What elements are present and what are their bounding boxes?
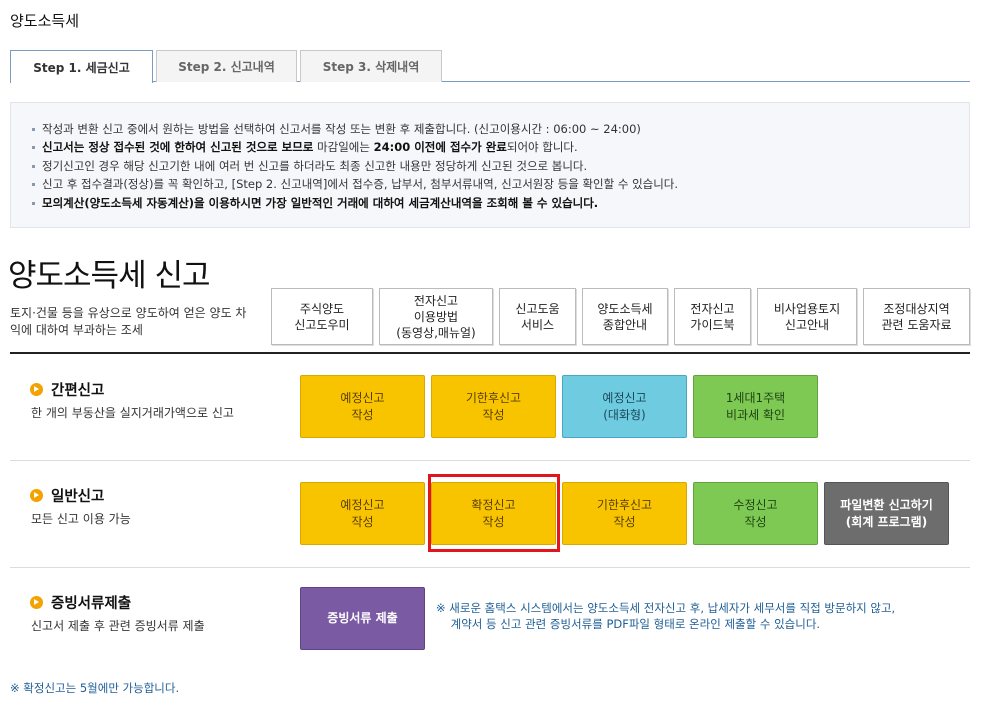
orange-arrow-circle-icon bbox=[30, 383, 43, 396]
file-conversion-filing-button[interactable]: 파일변환 신고하기 (회계 프로그램) bbox=[824, 482, 949, 545]
evidence-note: ※ 새로운 홈택스 시스템에서는 양도소득세 전자신고 후, 납세자가 세무서를… bbox=[436, 601, 896, 631]
divider bbox=[10, 352, 970, 354]
section-general-filing: 일반신고 bbox=[30, 485, 104, 506]
divider bbox=[10, 460, 970, 461]
page-title: 양도소득세 bbox=[10, 12, 80, 30]
evidence-submit-button[interactable]: 증빙서류 제출 bbox=[300, 587, 425, 650]
capital-gains-tax-guide-button[interactable]: 양도소득세 종합안내 bbox=[582, 288, 668, 345]
simple-late-filing-button[interactable]: 기한후신고 작성 bbox=[431, 375, 556, 438]
simple-preliminary-dialog-button[interactable]: 예정신고 (대화형) bbox=[562, 375, 687, 438]
notice-item: 정기신고인 경우 해당 신고기한 내에 여러 번 신고를 하더라도 최종 신고한… bbox=[32, 157, 969, 175]
filing-help-service-button[interactable]: 신고도움 서비스 bbox=[499, 288, 576, 345]
general-amended-filing-button[interactable]: 수정신고 작성 bbox=[693, 482, 818, 545]
section-subtitle: 한 개의 부동산을 실지거래가액으로 신고 bbox=[31, 406, 234, 420]
simple-preliminary-filing-button[interactable]: 예정신고 작성 bbox=[300, 375, 425, 438]
notice-item-simulation: 모의계산(양도소득세 자동계산)을 이용하시면 가장 일반적인 거래에 대하여 … bbox=[32, 194, 969, 212]
general-late-filing-button[interactable]: 기한후신고 작성 bbox=[562, 482, 687, 545]
tab-step3-deleted-history[interactable]: Step 3. 삭제내역 bbox=[300, 50, 442, 82]
general-preliminary-filing-button[interactable]: 예정신고 작성 bbox=[300, 482, 425, 545]
footnote: ※ 확정신고는 5월에만 가능합니다. bbox=[10, 681, 180, 695]
non-business-land-guide-button[interactable]: 비사업용토지 신고안내 bbox=[757, 288, 857, 345]
section-subtitle: 모든 신고 이용 가능 bbox=[31, 512, 131, 526]
section-main-title: 양도소득세 신고 bbox=[8, 258, 210, 294]
tab-step2-filing-history[interactable]: Step 2. 신고내역 bbox=[156, 50, 297, 82]
notice-item: 신고 후 접수결과(정상)를 꼭 확인하고, [Step 2. 신고내역]에서 … bbox=[32, 175, 969, 193]
divider bbox=[10, 567, 970, 568]
orange-arrow-circle-icon bbox=[30, 596, 43, 609]
regulated-area-materials-button[interactable]: 조정대상지역 관련 도움자료 bbox=[863, 288, 970, 345]
single-house-exemption-check-button[interactable]: 1세대1주택 비과세 확인 bbox=[693, 375, 818, 438]
step-tabs: Step 1. 세금신고 Step 2. 신고내역 Step 3. 삭제내역 bbox=[10, 50, 970, 83]
section-main-description: 토지·건물 등을 유상으로 양도하여 얻은 양도 차익에 대하여 부과하는 조세 bbox=[10, 306, 247, 337]
tab-step1-tax-filing[interactable]: Step 1. 세금신고 bbox=[10, 50, 153, 83]
notice-item: 작성과 변환 신고 중에서 원하는 방법을 선택하여 신고서를 작성 또는 변환… bbox=[32, 120, 969, 138]
section-title: 증빙서류제출 bbox=[51, 596, 132, 612]
section-simple-filing: 간편신고 bbox=[30, 379, 104, 400]
stock-transfer-helper-button[interactable]: 주식양도 신고도우미 bbox=[271, 288, 373, 345]
section-subtitle: 신고서 제출 후 관련 증빙서류 제출 bbox=[31, 619, 205, 633]
notice-item: 신고서는 정상 접수된 것에 한하여 신고된 것으로 보므로 마감일에는 24:… bbox=[32, 138, 969, 156]
highlight-box bbox=[428, 474, 560, 552]
notice-box: 작성과 변환 신고 중에서 원하는 방법을 선택하여 신고서를 작성 또는 변환… bbox=[10, 102, 970, 228]
section-title: 일반신고 bbox=[51, 489, 105, 505]
e-filing-manual-button[interactable]: 전자신고 이용방법 (동영상,매뉴얼) bbox=[379, 288, 493, 345]
e-filing-guidebook-button[interactable]: 전자신고 가이드북 bbox=[674, 288, 751, 345]
section-evidence-submission: 증빙서류제출 bbox=[30, 592, 131, 613]
section-title: 간편신고 bbox=[51, 383, 105, 399]
orange-arrow-circle-icon bbox=[30, 489, 43, 502]
